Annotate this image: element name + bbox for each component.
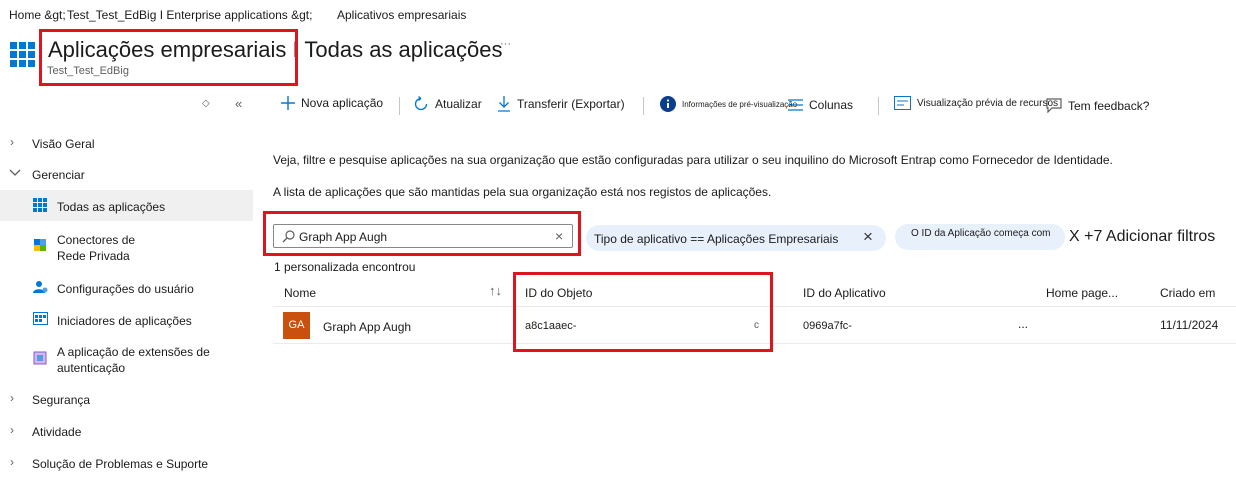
- sidebar-item-manage[interactable]: Gerenciar: [0, 160, 253, 188]
- home-page-cell: ...: [1018, 317, 1029, 331]
- sidebar-item-label: Iniciadores de aplicações: [57, 314, 192, 328]
- refresh-icon: [413, 96, 429, 112]
- sidebar-item-overview[interactable]: › Visão Geral: [0, 129, 253, 157]
- sidebar-item-label: Solução de Problemas e Suporte: [32, 457, 209, 471]
- feedback-label: Tem feedback?: [1068, 98, 1150, 113]
- search-highlight-box: [263, 211, 581, 256]
- chevron-down-icon: [9, 169, 21, 177]
- sidebar-item-auth-extensions[interactable]: A aplicação de extensões de autenticação: [0, 344, 253, 376]
- sidebar-item-label: Todas as aplicações: [57, 200, 166, 214]
- sidebar-item-label: Atividade: [32, 425, 82, 439]
- feedback-icon: [1046, 98, 1062, 113]
- remove-filter-icon[interactable]: ×: [863, 227, 873, 247]
- sidebar-collapse-icon[interactable]: «: [235, 96, 242, 111]
- breadcrumb-current: Aplicativos empresariais: [337, 8, 467, 22]
- grid-apps-icon: [10, 42, 36, 68]
- avatar: GA: [283, 312, 310, 339]
- new-application-button[interactable]: Nova aplicação: [281, 96, 383, 110]
- grid-apps-icon: [33, 198, 47, 212]
- connector-icon: [33, 238, 47, 252]
- description-line-2: A lista de aplicações que são mantidas p…: [273, 185, 772, 199]
- chevron-right-icon: ›: [10, 135, 14, 149]
- add-filters-button[interactable]: X +7 Adicionar filtros: [1069, 228, 1215, 246]
- more-options-icon[interactable]: ···: [500, 38, 511, 50]
- extension-icon: [33, 351, 47, 365]
- sidebar-collapse-sort-icon[interactable]: ◇: [202, 98, 210, 109]
- refresh-button[interactable]: Atualizar: [413, 96, 482, 112]
- info-icon: [660, 96, 676, 112]
- chevron-right-icon: ›: [10, 391, 14, 405]
- app-name-link[interactable]: Graph App Augh: [323, 320, 411, 334]
- sidebar-item-all-apps[interactable]: Todas as aplicações: [0, 190, 253, 221]
- sidebar-item-activity[interactable]: › Atividade: [0, 417, 253, 445]
- feedback-button[interactable]: Tem feedback?: [1046, 98, 1149, 113]
- refresh-label: Atualizar: [435, 97, 482, 111]
- preview-info-label: Informações de pré-visualização: [682, 99, 798, 109]
- title-highlight-box: [39, 29, 298, 86]
- app-id-cell: 0969a7fc-: [803, 320, 852, 332]
- column-header-home-page[interactable]: Home page...: [1046, 286, 1118, 300]
- result-count: 1 personalizada encontrou: [274, 260, 416, 274]
- breadcrumb-home[interactable]: Home &gt;: [9, 8, 66, 22]
- filter-chip-label: Tipo de aplicativo == Aplicações Empresa…: [594, 232, 839, 246]
- user-settings-icon: [33, 280, 48, 294]
- description-line-1: Veja, filtre e pesquise aplicações na su…: [273, 153, 1113, 167]
- sidebar-item-private-network-connectors[interactable]: Conectores de Rede Privada: [0, 232, 253, 264]
- preview-info-button[interactable]: Informações de pré-visualização: [660, 96, 797, 112]
- sort-icon[interactable]: ↑↓: [489, 283, 502, 298]
- sidebar-item-label: Conectores de Rede Privada: [57, 233, 136, 263]
- filter-chip-label: O ID da Aplicação começa com: [911, 228, 1051, 239]
- sidebar-item-label: Configurações do usuário: [57, 282, 194, 296]
- column-header-name[interactable]: Nome: [284, 286, 316, 300]
- columns-label: Colunas: [809, 98, 854, 112]
- preview-features-icon: [894, 96, 911, 110]
- toolbar-separator: [643, 97, 644, 115]
- column-header-created[interactable]: Criado em: [1160, 286, 1215, 300]
- chevron-right-icon: ›: [10, 455, 14, 469]
- created-date-cell: 11/11/2024: [1160, 318, 1219, 332]
- preview-features-label: Visualização prévia de recursos: [917, 97, 1059, 109]
- sidebar-item-security[interactable]: › Segurança: [0, 385, 253, 413]
- sidebar-item-label: Gerenciar: [32, 168, 85, 182]
- app-launcher-icon: [33, 312, 48, 325]
- object-id-highlight-box: [513, 272, 773, 352]
- sidebar-item-label: Segurança: [32, 393, 91, 407]
- filter-chip-app-type[interactable]: Tipo de aplicativo == Aplicações Empresa…: [586, 225, 886, 251]
- plus-icon: [281, 96, 295, 110]
- sidebar-item-troubleshooting[interactable]: › Solução de Problemas e Suporte: [0, 449, 253, 477]
- filter-chip-app-id[interactable]: O ID da Aplicação começa com: [895, 224, 1065, 250]
- export-label: Transferir (Exportar): [517, 97, 625, 111]
- column-header-app-id[interactable]: ID do Aplicativo: [803, 286, 886, 300]
- preview-features-button[interactable]: Visualização prévia de recursos: [894, 96, 1058, 110]
- columns-icon: [788, 99, 803, 111]
- export-button[interactable]: Transferir (Exportar): [497, 96, 625, 112]
- sidebar-item-user-settings[interactable]: Configurações do usuário: [0, 274, 253, 302]
- chevron-right-icon: ›: [10, 423, 14, 437]
- sidebar-item-label: A aplicação de extensões de autenticação: [57, 345, 210, 375]
- sidebar-item-label: Visão Geral: [32, 137, 95, 151]
- new-application-label: Nova aplicação: [301, 96, 384, 110]
- download-icon: [497, 96, 511, 112]
- toolbar-separator: [399, 97, 400, 115]
- columns-button[interactable]: Colunas: [788, 98, 853, 112]
- sidebar-item-app-launchers[interactable]: Iniciadores de aplicações: [0, 306, 253, 334]
- breadcrumb-tenant[interactable]: Test_Test_EdBig I Enterprise application…: [67, 8, 312, 22]
- toolbar-separator: [878, 97, 879, 115]
